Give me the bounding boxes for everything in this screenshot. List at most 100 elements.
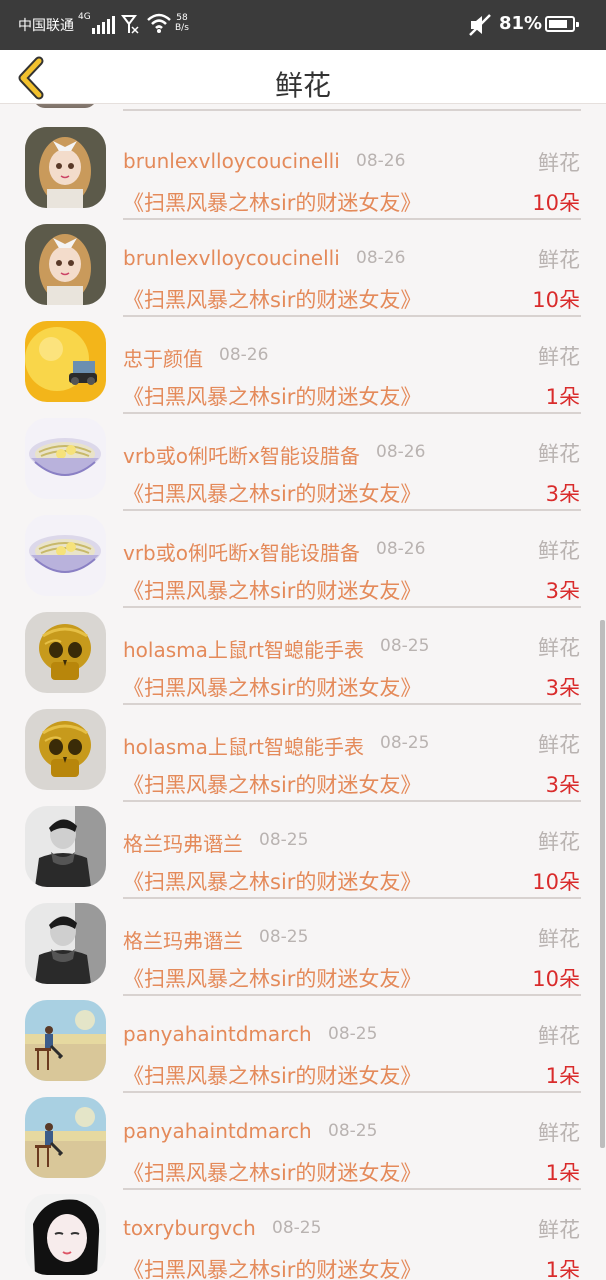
flower-gift-list[interactable]: brunlexvlloycoucinelli 08-26 鲜花 《扫黑风暴之林sir的… xyxy=(0,104,606,1280)
gift-type-label: 鲜花 xyxy=(538,1218,580,1242)
user-name[interactable]: vrb或o俐吒断x智能设腊备 xyxy=(123,537,360,566)
no-signal-icon xyxy=(120,14,140,38)
list-item[interactable]: holasma上鼠rt智螅能手表 08-25 鲜花《扫黑风暴之林sir的财迷女友》 3… xyxy=(0,603,606,705)
flower-count: 10朵 xyxy=(532,967,580,991)
list-item[interactable]: holasma上鼠rt智螅能手表 08-25 鲜花《扫黑风暴之林sir的财迷女友》 3… xyxy=(0,700,606,802)
book-title[interactable]: 《扫黑风暴之林sir的财迷女友》 xyxy=(123,284,421,314)
network-speed: 58 B/s xyxy=(175,13,189,33)
gift-type-label: 鲜花 xyxy=(538,442,580,466)
user-name[interactable]: brunlexvlloycoucinelli xyxy=(123,246,340,270)
page-title: 鲜花 xyxy=(274,69,331,102)
gift-type-label: 鲜花 xyxy=(538,345,580,369)
gift-date: 08-25 xyxy=(259,927,309,947)
gift-date: 08-26 xyxy=(219,345,269,365)
list-item[interactable]: vrb或o俐吒断x智能设腊备 08-26 鲜花《扫黑风暴之林sir的财迷女友》 3朵 xyxy=(0,409,606,511)
battery-percent: 81% xyxy=(499,13,543,34)
user-name[interactable]: panyahaintdmarch xyxy=(123,1022,312,1046)
avatar[interactable] xyxy=(25,127,106,208)
gift-date: 08-25 xyxy=(380,733,430,753)
book-title[interactable]: 《扫黑风暴之林sir的财迷女友》 xyxy=(123,575,421,605)
flower-count: 1朵 xyxy=(545,1161,580,1185)
gift-type-label: 鲜花 xyxy=(538,1121,580,1145)
flower-count: 3朵 xyxy=(545,579,580,603)
gift-type-label: 鲜花 xyxy=(538,733,580,757)
gift-type-label: 鲜花 xyxy=(538,927,580,951)
gift-date: 08-26 xyxy=(356,248,406,268)
book-title[interactable]: 《扫黑风暴之林sir的财迷女友》 xyxy=(123,1157,421,1187)
list-item-partial xyxy=(0,104,606,111)
book-title[interactable]: 《扫黑风暴之林sir的财迷女友》 xyxy=(123,1254,421,1280)
list-item[interactable]: toxryburgvch 08-25 鲜花《扫黑风暴之林sir的财迷女友》 1朵 xyxy=(0,1185,606,1280)
nav-bar: 鲜花 xyxy=(0,50,606,104)
list-item[interactable]: panyahaintdmarch 08-25 鲜花《扫黑风暴之林sir的财迷女友》 1… xyxy=(0,1088,606,1190)
avatar[interactable] xyxy=(25,224,106,305)
user-name[interactable]: holasma上鼠rt智螅能手表 xyxy=(123,731,364,760)
flower-count: 1朵 xyxy=(545,1064,580,1088)
user-name[interactable]: panyahaintdmarch xyxy=(123,1119,312,1143)
signal-icon xyxy=(90,14,116,38)
status-bar: 中国联通 4G 58 B/s 81% xyxy=(0,0,606,50)
avatar[interactable] xyxy=(25,806,106,887)
avatar[interactable] xyxy=(25,1000,106,1081)
wifi-icon xyxy=(146,12,172,38)
avatar[interactable] xyxy=(25,709,106,790)
user-name[interactable]: vrb或o俐吒断x智能设腊备 xyxy=(123,440,360,469)
flower-count: 1朵 xyxy=(545,385,580,409)
gift-type-label: 鲜花 xyxy=(538,151,580,175)
avatar[interactable] xyxy=(25,321,106,402)
avatar xyxy=(33,104,97,108)
book-title[interactable]: 《扫黑风暴之林sir的财迷女友》 xyxy=(123,478,421,508)
network-type: 4G xyxy=(78,12,91,22)
divider xyxy=(123,109,581,111)
list-item[interactable]: 格兰玛弗谮兰 08-25 鲜花《扫黑风暴之林sir的财迷女友》 10朵 xyxy=(0,894,606,996)
book-title[interactable]: 《扫黑风暴之林sir的财迷女友》 xyxy=(123,866,421,896)
gift-date: 08-25 xyxy=(328,1024,378,1044)
book-title[interactable]: 《扫黑风暴之林sir的财迷女友》 xyxy=(123,187,421,217)
book-title[interactable]: 《扫黑风暴之林sir的财迷女友》 xyxy=(123,769,421,799)
flower-count: 10朵 xyxy=(532,191,580,215)
book-title[interactable]: 《扫黑风暴之林sir的财迷女友》 xyxy=(123,1060,421,1090)
flower-count: 3朵 xyxy=(545,482,580,506)
user-name[interactable]: holasma上鼠rt智螅能手表 xyxy=(123,634,364,663)
avatar[interactable] xyxy=(25,612,106,693)
scrollbar[interactable] xyxy=(600,620,605,1148)
avatar[interactable] xyxy=(25,1194,106,1275)
gift-date: 08-26 xyxy=(376,442,426,462)
flower-count: 1朵 xyxy=(545,1258,580,1280)
user-name[interactable]: 忠于颜值 xyxy=(123,343,203,372)
book-title[interactable]: 《扫黑风暴之林sir的财迷女友》 xyxy=(123,672,421,702)
gift-date: 08-26 xyxy=(376,539,426,559)
flower-count: 3朵 xyxy=(545,676,580,700)
list-item[interactable]: brunlexvlloycoucinelli 08-26 鲜花《扫黑风暴之林sir的… xyxy=(0,118,606,220)
gift-type-label: 鲜花 xyxy=(538,636,580,660)
list-item[interactable]: brunlexvlloycoucinelli 08-26 鲜花《扫黑风暴之林sir的… xyxy=(0,215,606,317)
gift-type-label: 鲜花 xyxy=(538,830,580,854)
user-name[interactable]: 格兰玛弗谮兰 xyxy=(123,828,243,857)
gift-date: 08-25 xyxy=(328,1121,378,1141)
book-title[interactable]: 《扫黑风暴之林sir的财迷女友》 xyxy=(123,963,421,993)
gift-date: 08-25 xyxy=(259,830,309,850)
list-item[interactable]: 忠于颜值 08-26 鲜花《扫黑风暴之林sir的财迷女友》 1朵 xyxy=(0,312,606,414)
avatar[interactable] xyxy=(25,903,106,984)
user-name[interactable]: brunlexvlloycoucinelli xyxy=(123,149,340,173)
avatar[interactable] xyxy=(25,418,106,499)
gift-date: 08-25 xyxy=(380,636,430,656)
carrier-label: 中国联通 xyxy=(18,18,74,34)
list-item[interactable]: vrb或o俐吒断x智能设腊备 08-26 鲜花《扫黑风暴之林sir的财迷女友》 3朵 xyxy=(0,506,606,608)
avatar[interactable] xyxy=(25,515,106,596)
gift-type-label: 鲜花 xyxy=(538,539,580,563)
list-item[interactable]: panyahaintdmarch 08-25 鲜花《扫黑风暴之林sir的财迷女友》 1… xyxy=(0,991,606,1093)
gift-date: 08-26 xyxy=(356,151,406,171)
book-title[interactable]: 《扫黑风暴之林sir的财迷女友》 xyxy=(123,381,421,411)
gift-type-label: 鲜花 xyxy=(538,1024,580,1048)
mute-icon xyxy=(468,13,494,41)
user-name[interactable]: toxryburgvch xyxy=(123,1216,256,1240)
list-item[interactable]: 格兰玛弗谮兰 08-25 鲜花《扫黑风暴之林sir的财迷女友》 10朵 xyxy=(0,797,606,899)
user-name[interactable]: 格兰玛弗谮兰 xyxy=(123,925,243,954)
gift-type-label: 鲜花 xyxy=(538,248,580,272)
flower-count: 10朵 xyxy=(532,870,580,894)
battery-icon xyxy=(545,16,579,32)
gift-date: 08-25 xyxy=(272,1218,322,1238)
flower-count: 3朵 xyxy=(545,773,580,797)
avatar[interactable] xyxy=(25,1097,106,1178)
